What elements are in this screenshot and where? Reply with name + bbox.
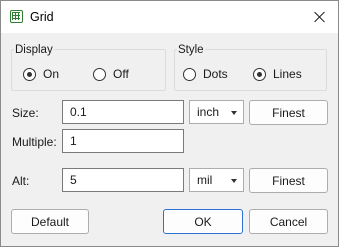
- dialog-title: Grid: [30, 10, 54, 24]
- multiple-label: Multiple:: [12, 135, 57, 149]
- alt-unit-select[interactable]: mil: [189, 168, 244, 192]
- style-dots-radio[interactable]: Dots: [183, 67, 228, 81]
- radio-unchecked-icon: [93, 67, 106, 81]
- alt-input[interactable]: 5: [62, 168, 184, 192]
- radio-unchecked-icon: [183, 67, 196, 81]
- radio-checked-icon: [23, 67, 36, 81]
- size-input[interactable]: 0.1: [62, 100, 184, 124]
- style-group-title: Style: [177, 44, 205, 56]
- display-on-label: On: [43, 67, 60, 81]
- chevron-down-icon: [231, 111, 237, 115]
- radio-checked-icon: [253, 67, 266, 81]
- ok-button[interactable]: OK: [163, 209, 243, 234]
- display-group-title: Display: [14, 44, 54, 56]
- alt-finest-button[interactable]: Finest: [249, 168, 328, 193]
- style-lines-label: Lines: [273, 67, 302, 81]
- size-finest-button[interactable]: Finest: [249, 100, 328, 125]
- default-button[interactable]: Default: [11, 209, 89, 234]
- title-bar: Grid: [1, 1, 338, 33]
- size-unit-value: inch: [197, 105, 220, 119]
- alt-label: Alt:: [12, 174, 30, 188]
- size-unit-select[interactable]: inch: [189, 100, 244, 124]
- cancel-button[interactable]: Cancel: [249, 209, 328, 234]
- style-lines-radio[interactable]: Lines: [253, 67, 302, 81]
- multiple-input[interactable]: 1: [62, 129, 184, 153]
- display-on-radio[interactable]: On: [23, 67, 59, 81]
- display-off-label: Off: [113, 67, 129, 81]
- size-label: Size:: [12, 106, 39, 120]
- grid-dialog: Grid Display On Off Style Dots Lines Siz…: [0, 0, 339, 247]
- grid-icon: [10, 10, 23, 23]
- style-dots-label: Dots: [203, 67, 228, 81]
- chevron-down-icon: [231, 179, 237, 183]
- alt-unit-value: mil: [197, 173, 213, 187]
- close-icon[interactable]: [306, 3, 334, 31]
- display-off-radio[interactable]: Off: [93, 67, 129, 81]
